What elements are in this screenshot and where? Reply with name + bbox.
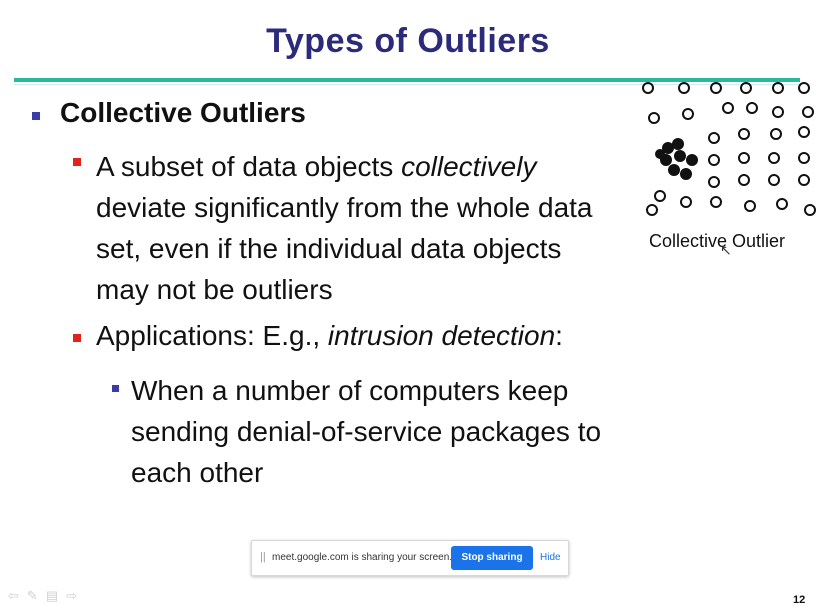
normal-point [798, 126, 810, 138]
subbullet-example: When a number of computers keep sending … [131, 375, 602, 488]
outlier-point [686, 154, 698, 166]
bullet-marker-level2 [73, 158, 81, 166]
normal-point [746, 102, 758, 114]
heading-collective-outliers: Collective Outliers [60, 97, 306, 128]
normal-point [744, 200, 756, 212]
normal-point [768, 152, 780, 164]
normal-point [708, 154, 720, 166]
normal-point [678, 82, 690, 94]
stop-sharing-button[interactable]: Stop sharing [451, 546, 533, 570]
screen-share-bar: || meet.google.com is sharing your scree… [251, 540, 569, 576]
normal-point [708, 176, 720, 188]
share-message: meet.google.com is sharing your screen. [272, 552, 453, 563]
mouse-pointer-icon: ↖ [720, 242, 732, 258]
next-arrow-icon[interactable]: ⇨ [66, 588, 85, 603]
normal-point [798, 82, 810, 94]
slideshow-toolbar[interactable]: ⇦✎▤⇨ [8, 588, 85, 604]
normal-point [776, 198, 788, 210]
normal-point [722, 102, 734, 114]
normal-point [680, 196, 692, 208]
normal-point [710, 196, 722, 208]
normal-point [738, 174, 750, 186]
bullet-definition-italic: collectively [401, 151, 537, 182]
bullet-applications: Applications: E.g., intrusion detection: [96, 320, 656, 352]
normal-point [798, 152, 810, 164]
prev-arrow-icon[interactable]: ⇦ [8, 588, 27, 603]
normal-point [682, 108, 694, 120]
normal-point [710, 82, 722, 94]
bullet-applications-text2: : [555, 320, 563, 351]
bullet-definition-text1: A subset of data objects [96, 151, 402, 182]
menu-icon[interactable]: ▤ [46, 588, 66, 603]
bullet-definition-text2: deviate significantly from the whole dat… [96, 192, 593, 305]
normal-point [772, 106, 784, 118]
collective-outlier-figure [642, 82, 816, 216]
normal-point [770, 128, 782, 140]
normal-point [646, 204, 658, 216]
normal-point [798, 174, 810, 186]
figure-caption: Collective Outlier [649, 231, 786, 251]
drag-handle-icon[interactable]: || [260, 551, 266, 563]
outlier-point [668, 164, 680, 176]
pen-icon[interactable]: ✎ [27, 588, 46, 603]
normal-point [642, 82, 654, 94]
bullet-marker-level1 [32, 112, 40, 120]
outlier-point [674, 150, 686, 162]
bullet-applications-italic: intrusion detection [327, 320, 556, 351]
bullet-applications-text1: Applications: E.g., [96, 320, 328, 351]
bullet-marker-level2 [73, 334, 81, 342]
normal-point [740, 82, 752, 94]
normal-point [772, 82, 784, 94]
outlier-point [680, 168, 692, 180]
page-number: 12 [793, 594, 806, 606]
hide-button[interactable]: Hide [540, 552, 561, 563]
collective-outlier-cluster [655, 138, 698, 180]
normal-point [738, 128, 750, 140]
slide-title: Types of Outliers [266, 22, 550, 60]
normal-point [648, 112, 660, 124]
outlier-point [672, 138, 684, 150]
normal-point [804, 204, 816, 216]
slide: Types of Outliers Collective Outliers A … [0, 0, 816, 612]
outlier-point [655, 149, 665, 159]
normal-point [768, 174, 780, 186]
normal-point [738, 152, 750, 164]
bullet-definition: A subset of data objects collectively de… [96, 146, 616, 310]
normal-point [708, 132, 720, 144]
normal-point [802, 106, 814, 118]
bullet-marker-level3 [112, 385, 119, 392]
normal-point [654, 190, 666, 202]
